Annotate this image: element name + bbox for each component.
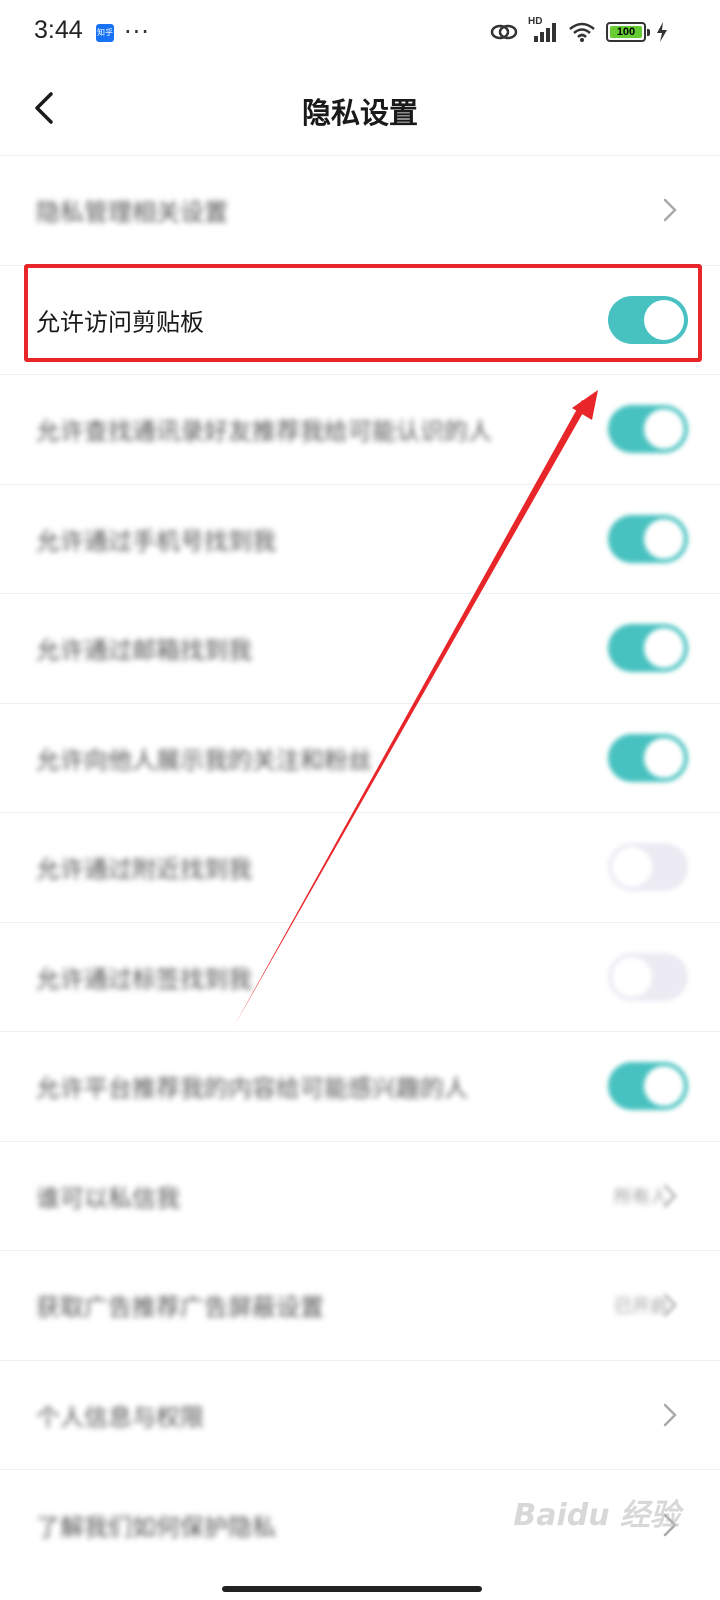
setting-toggle[interactable] bbox=[608, 843, 688, 892]
setting-row-contacts: 允许查找通讯录好友推荐我给可能认识的人 bbox=[0, 375, 720, 485]
status-time: 3:44 bbox=[34, 16, 83, 44]
link-icon bbox=[490, 24, 518, 40]
setting-label: 允许向他人展示我的关注和粉丝 bbox=[36, 746, 372, 775]
setting-row-tags: 允许通过标签找到我 bbox=[0, 923, 720, 1032]
setting-toggle[interactable] bbox=[608, 1062, 688, 1111]
setting-toggle[interactable] bbox=[608, 952, 688, 1001]
signal-icon: HD bbox=[528, 16, 558, 44]
setting-label: 允许通过标签找到我 bbox=[36, 965, 252, 994]
setting-row-ads[interactable]: 获取广告推荐广告屏蔽设置 已开启 bbox=[0, 1251, 720, 1361]
setting-label: 允许平台推荐我的内容给可能感兴趣的人 bbox=[36, 1074, 468, 1103]
setting-toggle[interactable] bbox=[608, 405, 688, 454]
setting-value: 所有人 bbox=[614, 1186, 668, 1208]
chevron-right-icon bbox=[662, 1290, 682, 1320]
setting-label: 允许查找通讯录好友推荐我给可能认识的人 bbox=[36, 417, 492, 446]
chevron-right-icon bbox=[662, 1181, 682, 1211]
setting-toggle[interactable] bbox=[608, 624, 688, 673]
setting-label: 谁可以私信我 bbox=[36, 1184, 180, 1213]
chevron-right-icon bbox=[662, 1400, 682, 1430]
setting-row-recommend: 允许平台推荐我的内容给可能感兴趣的人 bbox=[0, 1032, 720, 1142]
setting-row-nearby: 允许通过附近找到我 bbox=[0, 813, 720, 923]
setting-row-clipboard: 允许访问剪贴板 bbox=[0, 266, 720, 375]
setting-label: 隐私管理相关设置 bbox=[36, 198, 228, 227]
setting-toggle[interactable] bbox=[608, 733, 688, 782]
battery-icon: 100 bbox=[606, 22, 650, 42]
battery-level: 100 bbox=[610, 26, 642, 38]
settings-list: 隐私管理相关设置 允许访问剪贴板 允许查找通讯录好友推荐我给可能认识的人 允许通… bbox=[0, 156, 720, 1580]
page-title: 隐私设置 bbox=[301, 96, 418, 130]
setting-row-phone: 允许通过手机号找到我 bbox=[0, 485, 720, 594]
setting-row-follow-visibility: 允许向他人展示我的关注和粉丝 bbox=[0, 704, 720, 813]
setting-label: 允许访问剪贴板 bbox=[36, 308, 204, 337]
chevron-right-icon bbox=[662, 195, 682, 225]
setting-label: 允许通过手机号找到我 bbox=[36, 527, 276, 556]
clipboard-toggle[interactable] bbox=[608, 295, 688, 344]
setting-label: 个人信息与权限 bbox=[36, 1403, 204, 1432]
setting-row-privacy-management[interactable]: 隐私管理相关设置 bbox=[0, 156, 720, 266]
baidu-watermark: Baidu 经验 bbox=[513, 1498, 680, 1533]
wifi-icon bbox=[569, 22, 595, 42]
status-icons: HD 100 bbox=[490, 16, 668, 44]
nav-bar: 隐私设置 bbox=[0, 64, 720, 156]
home-indicator[interactable] bbox=[222, 1586, 482, 1592]
setting-row-personal-info[interactable]: 个人信息与权限 bbox=[0, 1361, 720, 1470]
setting-label: 获取广告推荐广告屏蔽设置 bbox=[36, 1293, 324, 1322]
setting-label: 允许通过附近找到我 bbox=[36, 855, 252, 884]
setting-value: 已开启 bbox=[614, 1296, 668, 1318]
more-notifications-icon: ··· bbox=[124, 18, 150, 46]
zhihu-app-icon: 知乎 bbox=[96, 24, 114, 42]
status-bar: 3:44 知乎 ··· HD 100 bbox=[0, 0, 720, 64]
setting-label: 了解我们如何保护隐私 bbox=[36, 1513, 276, 1542]
setting-row-email: 允许通过邮箱找到我 bbox=[0, 594, 720, 704]
charging-icon bbox=[657, 22, 667, 42]
setting-toggle[interactable] bbox=[608, 514, 688, 563]
setting-label: 允许通过邮箱找到我 bbox=[36, 636, 252, 665]
setting-row-messages[interactable]: 谁可以私信我 所有人 bbox=[0, 1142, 720, 1251]
